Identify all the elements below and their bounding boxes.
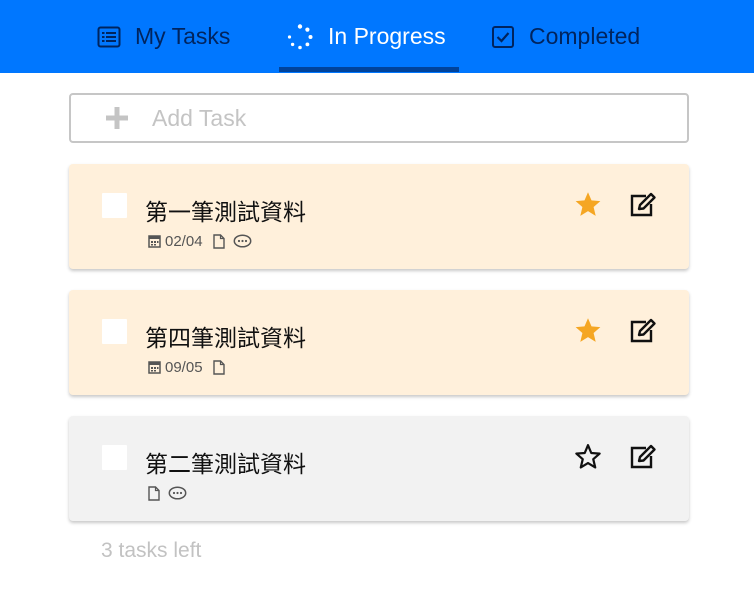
task-title: 第一筆測試資料	[145, 200, 306, 226]
add-task-input[interactable]	[150, 103, 634, 133]
file-icon	[212, 233, 225, 249]
tab-in-progress[interactable]: In Progress	[286, 0, 446, 73]
comment-icon	[168, 485, 187, 501]
task-checkbox[interactable]	[102, 445, 127, 470]
tab-in-progress-label: In Progress	[328, 23, 446, 49]
task-due-date: 09/05	[165, 358, 203, 376]
star-icon[interactable]	[574, 317, 602, 349]
edit-icon[interactable]	[629, 444, 657, 475]
checkbox-icon	[491, 25, 515, 49]
tab-my-tasks-label: My Tasks	[135, 23, 231, 49]
task-meta	[148, 484, 195, 502]
task-checkbox[interactable]	[102, 319, 127, 344]
task-card[interactable]: 第四筆測試資料 09/05	[69, 290, 689, 395]
tab-completed-label: Completed	[529, 23, 641, 49]
task-card[interactable]: 第一筆測試資料 02/04	[69, 164, 689, 269]
star-icon[interactable]	[574, 191, 602, 223]
task-title: 第二筆測試資料	[145, 452, 306, 478]
calendar-icon	[148, 360, 161, 374]
task-title: 第四筆測試資料	[145, 326, 306, 352]
tab-my-tasks[interactable]: My Tasks	[97, 0, 230, 73]
spinner-icon	[286, 23, 314, 51]
plus-icon[interactable]	[106, 107, 128, 129]
task-checkbox[interactable]	[102, 193, 127, 218]
edit-icon[interactable]	[629, 318, 657, 349]
star-outline-icon[interactable]	[574, 443, 602, 475]
task-meta: 02/04	[148, 232, 260, 250]
edit-icon[interactable]	[629, 192, 657, 223]
list-icon	[97, 26, 121, 48]
file-icon	[212, 359, 225, 375]
comment-icon	[233, 233, 252, 249]
active-tab-indicator	[279, 67, 459, 72]
tasks-left-count: 3 tasks left	[101, 539, 202, 562]
task-card[interactable]: 第二筆測試資料	[69, 416, 689, 521]
task-meta: 09/05	[148, 358, 233, 376]
calendar-icon	[148, 234, 161, 248]
task-due-date: 02/04	[165, 232, 203, 250]
header-bar: My Tasks In Progress Completed	[0, 0, 754, 73]
file-icon	[148, 485, 160, 501]
add-task-box[interactable]	[69, 93, 689, 143]
tab-completed[interactable]: Completed	[491, 0, 640, 73]
